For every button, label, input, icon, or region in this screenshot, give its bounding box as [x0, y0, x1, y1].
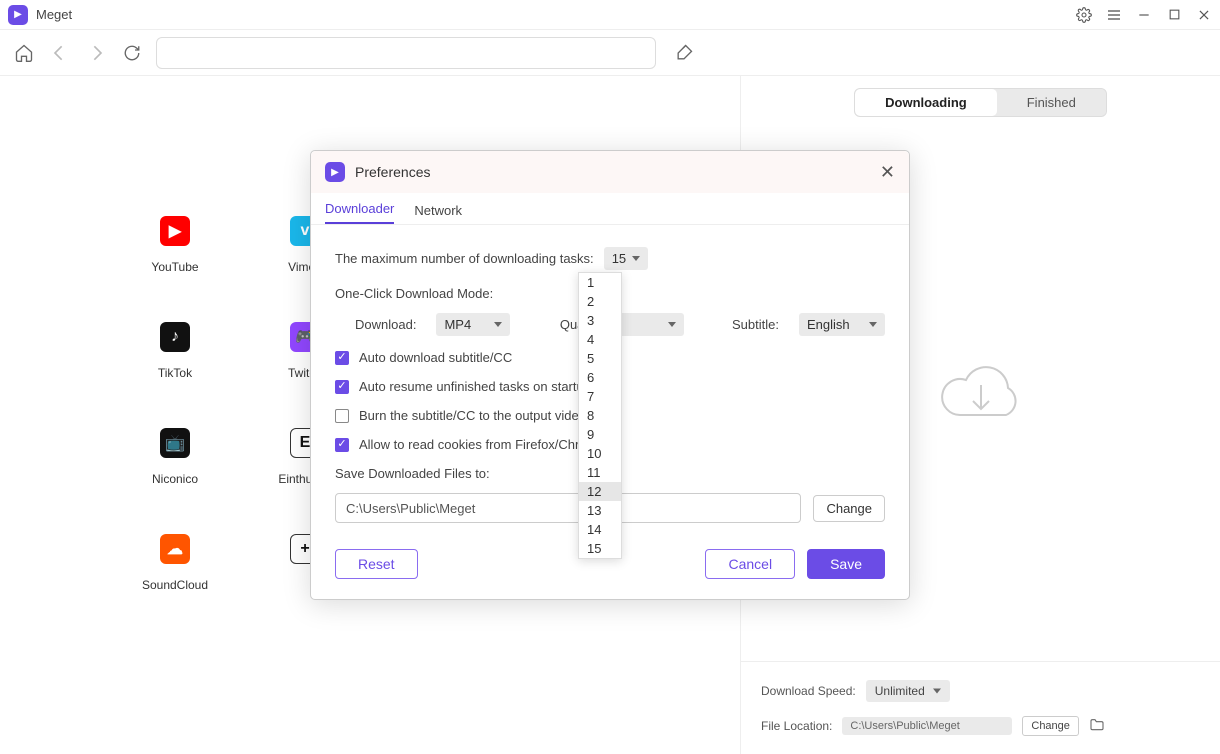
checkbox[interactable] [335, 351, 349, 365]
dropdown-option[interactable]: 12 [579, 482, 621, 501]
dropdown-option[interactable]: 7 [579, 387, 621, 406]
site-icon: ♪ [160, 322, 190, 352]
dropdown-option[interactable]: 9 [579, 425, 621, 444]
max-tasks-label: The maximum number of downloading tasks: [335, 251, 594, 266]
site-icon: ☁ [160, 534, 190, 564]
app-icon [8, 5, 28, 25]
dropdown-option[interactable]: 13 [579, 501, 621, 520]
chevron-down-icon [869, 322, 877, 327]
save-path-change-button[interactable]: Change [813, 495, 885, 522]
dropdown-option[interactable]: 10 [579, 444, 621, 463]
save-path-input[interactable] [335, 493, 801, 523]
prefs-close-icon[interactable]: ✕ [880, 162, 895, 183]
minimize-icon[interactable] [1136, 7, 1152, 23]
download-tabs: Downloading Finished [854, 88, 1107, 117]
speed-select[interactable]: Unlimited [866, 680, 950, 702]
checkbox-label: Auto download subtitle/CC [359, 350, 512, 365]
maximize-icon[interactable] [1166, 7, 1182, 23]
dropdown-option[interactable]: 15 [579, 539, 621, 558]
close-icon[interactable] [1196, 7, 1212, 23]
site-item-niconico[interactable]: 📺 Niconico [110, 428, 240, 486]
checkbox-label: Burn the subtitle/CC to the output video [359, 408, 586, 423]
tab-finished[interactable]: Finished [997, 89, 1106, 116]
chevron-down-icon [632, 256, 640, 261]
home-icon[interactable] [12, 41, 36, 65]
max-tasks-dropdown[interactable]: 123456789101112131415 [578, 272, 622, 559]
site-label: YouTube [151, 260, 198, 274]
prefs-app-icon [325, 162, 345, 182]
site-item-tiktok[interactable]: ♪ TikTok [110, 322, 240, 380]
max-tasks-select[interactable]: 15 [604, 247, 648, 270]
checkbox[interactable] [335, 438, 349, 452]
speed-label: Download Speed: [761, 684, 856, 698]
dropdown-option[interactable]: 5 [579, 349, 621, 368]
brush-icon[interactable] [672, 41, 696, 65]
chevron-down-icon [494, 322, 502, 327]
dropdown-option[interactable]: 4 [579, 330, 621, 349]
file-location-path: C:\Users\Public\Meget [842, 717, 1012, 735]
site-item-soundcloud[interactable]: ☁ SoundCloud [110, 534, 240, 592]
save-button[interactable]: Save [807, 549, 885, 579]
site-icon: 📺 [160, 428, 190, 458]
site-label: TikTok [158, 366, 192, 380]
app-title: Meget [36, 7, 72, 22]
cloud-download-icon [931, 355, 1031, 435]
dropdown-option[interactable]: 11 [579, 463, 621, 482]
checkbox-label: Allow to read cookies from Firefox/Chrom… [359, 437, 605, 452]
back-icon[interactable] [48, 41, 72, 65]
subtitle-label: Subtitle: [732, 317, 779, 332]
toolbar [0, 30, 1220, 76]
reset-button[interactable]: Reset [335, 549, 418, 579]
cancel-button[interactable]: Cancel [705, 549, 795, 579]
file-location-label: File Location: [761, 719, 832, 733]
prefs-title: Preferences [355, 164, 430, 180]
prefs-tab-downloader[interactable]: Downloader [325, 201, 394, 224]
tab-downloading[interactable]: Downloading [855, 89, 997, 116]
reload-icon[interactable] [120, 41, 144, 65]
dropdown-option[interactable]: 3 [579, 311, 621, 330]
site-label: SoundCloud [142, 578, 208, 592]
file-location-change-button[interactable]: Change [1022, 716, 1079, 736]
chevron-down-icon [668, 322, 676, 327]
site-item-youtube[interactable]: ▶ YouTube [110, 216, 240, 274]
dropdown-option[interactable]: 8 [579, 406, 621, 425]
subtitle-select[interactable]: English [799, 313, 885, 336]
checkbox[interactable] [335, 409, 349, 423]
menu-icon[interactable] [1106, 7, 1122, 23]
site-label: Niconico [152, 472, 198, 486]
dropdown-option[interactable]: 1 [579, 273, 621, 292]
dropdown-option[interactable]: 2 [579, 292, 621, 311]
forward-icon[interactable] [84, 41, 108, 65]
prefs-tab-network[interactable]: Network [414, 203, 462, 224]
checkbox[interactable] [335, 380, 349, 394]
dropdown-option[interactable]: 14 [579, 520, 621, 539]
folder-icon[interactable] [1089, 717, 1105, 736]
gear-icon[interactable] [1076, 7, 1092, 23]
site-icon: ▶ [160, 216, 190, 246]
titlebar: Meget [0, 0, 1220, 30]
download-format-select[interactable]: MP4 [436, 313, 510, 336]
url-input[interactable] [156, 37, 656, 69]
download-format-label: Download: [355, 317, 416, 332]
dropdown-option[interactable]: 6 [579, 368, 621, 387]
checkbox-label: Auto resume unfinished tasks on startup [359, 379, 591, 394]
